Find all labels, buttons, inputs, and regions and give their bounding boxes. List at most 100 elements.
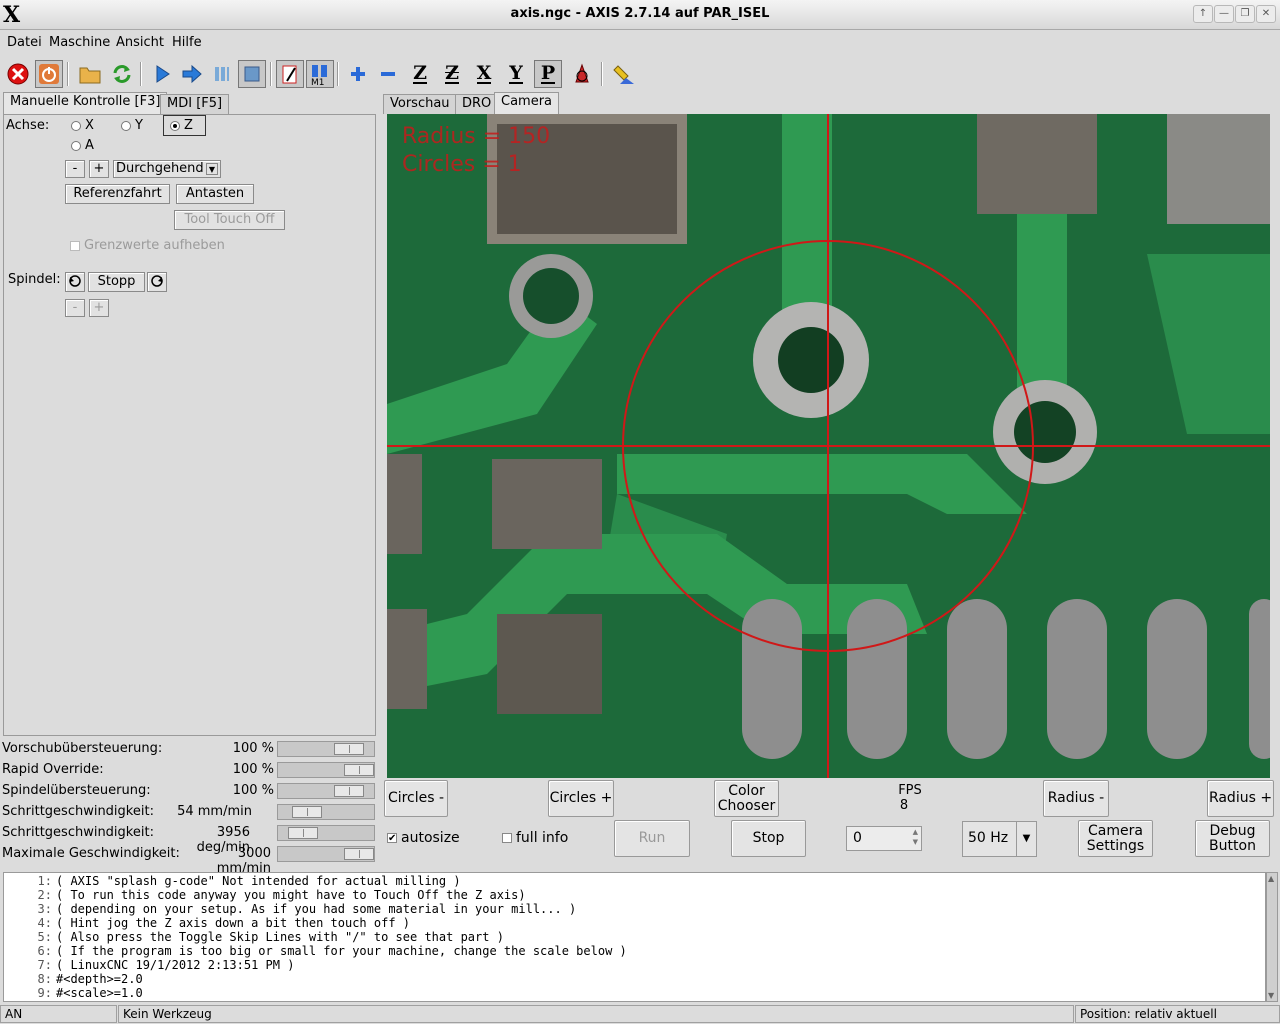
window-up-icon[interactable]: ↑ [1193, 5, 1213, 23]
menu-ansicht[interactable]: Ansicht [116, 35, 164, 50]
full-info-checkbox[interactable]: full info [502, 830, 568, 846]
machine-state: AN [0, 1005, 117, 1023]
code-line: 5:( Also press the Toggle Skip Lines wit… [37, 930, 504, 944]
toolbar: M1 Z Z X Y P [0, 56, 1280, 92]
camera-settings-button[interactable]: Camera Settings [1078, 820, 1153, 857]
skip-lines-icon[interactable] [276, 60, 304, 88]
dropdown-arrow-icon: ▼ [1016, 822, 1036, 856]
circles-plus-button[interactable]: Circles + [548, 780, 614, 817]
spindle-ccw-icon[interactable] [65, 272, 85, 292]
minimize-icon[interactable]: — [1214, 5, 1234, 23]
view-z2-icon[interactable]: Z [438, 60, 466, 88]
restore-icon[interactable]: ❐ [1235, 5, 1255, 23]
optional-stop-icon[interactable]: M1 [306, 60, 334, 88]
slider-thumb[interactable] [344, 764, 374, 776]
rapid-override-slider[interactable] [277, 762, 375, 778]
feed-override-slider[interactable] [277, 741, 375, 757]
slider-thumb[interactable] [288, 827, 318, 839]
code-line: 3:( depending on your setup. As if you h… [37, 902, 577, 916]
frequency-select[interactable]: 50 Hz ▼ [962, 821, 1037, 857]
stop-icon[interactable] [238, 60, 266, 88]
gcode-text-area[interactable]: 1:( AXIS "splash g-code" Not intended fo… [3, 872, 1266, 1002]
zoom-out-icon[interactable] [374, 60, 402, 88]
slider-thumb[interactable] [334, 785, 364, 797]
spin-up-icon[interactable]: ▲ [913, 828, 918, 836]
spindle-cw-icon[interactable] [147, 272, 167, 292]
stop-button[interactable]: Stop [731, 820, 806, 857]
view-z-icon[interactable]: Z [406, 60, 434, 88]
slider-thumb[interactable] [344, 848, 374, 860]
jog-mode-select[interactable]: Durchgehend ▼ [113, 160, 221, 178]
overlay-circles-text: Circles = 1 [402, 152, 522, 177]
run-button[interactable]: Run [614, 820, 690, 857]
tool-touch-off-button[interactable]: Tool Touch Off [174, 210, 285, 230]
camera-view[interactable]: Radius = 150 Circles = 1 [387, 114, 1270, 778]
scroll-up-icon[interactable]: ▲ [1268, 874, 1274, 883]
clear-backplot-icon[interactable] [610, 60, 638, 88]
max-velocity-slider[interactable] [277, 846, 375, 862]
value-spinbox[interactable]: 0 ▲ ▼ [846, 826, 922, 851]
spindle-minus-button[interactable]: - [65, 299, 85, 317]
slider-label: Rapid Override: [2, 762, 104, 777]
radius-plus-button[interactable]: Radius + [1207, 780, 1274, 817]
view-y-icon[interactable]: Y [502, 60, 530, 88]
scroll-down-icon[interactable]: ▼ [1268, 991, 1274, 1000]
svg-text:M1: M1 [311, 78, 325, 86]
menu-maschine[interactable]: Maschine [49, 35, 110, 50]
code-line: 1:( AXIS "splash g-code" Not intended fo… [37, 874, 461, 888]
circles-minus-button[interactable]: Circles - [384, 780, 448, 817]
slider-label: Schrittgeschwindigkeit: [2, 825, 154, 840]
fps-label: FPS [898, 783, 922, 798]
axis-radio-x[interactable]: X [71, 118, 94, 133]
axis-radio-y[interactable]: Y [121, 118, 143, 133]
menu-datei[interactable]: Datei [7, 35, 42, 50]
tab-preview[interactable]: Vorschau [383, 94, 457, 114]
overlay-radius-text: Radius = 150 [402, 124, 551, 149]
slider-value: 100 % [232, 783, 274, 798]
code-line: 9: #<scale>=1.0 [37, 986, 143, 1000]
code-line: 4:( Hint jog the Z axis down a bit then … [37, 916, 411, 930]
spindle-override-slider[interactable] [277, 783, 375, 799]
tool-status: Kein Werkzeug [118, 1005, 1074, 1023]
spindle-stop-button[interactable]: Stopp [88, 272, 145, 292]
axis-radio-a[interactable]: A [71, 138, 94, 153]
menu-hilfe[interactable]: Hilfe [172, 35, 202, 50]
override-limits-checkbox[interactable]: Grenzwerte aufheben [70, 238, 225, 253]
view-p-icon[interactable]: P [534, 60, 562, 88]
tab-camera[interactable]: Camera [494, 92, 560, 114]
spindle-plus-button[interactable]: + [89, 299, 109, 317]
view-x-icon[interactable]: X [470, 60, 498, 88]
power-icon[interactable] [35, 60, 63, 88]
jog-minus-button[interactable]: - [65, 160, 85, 178]
reload-icon[interactable] [108, 60, 136, 88]
angular-jog-speed-slider[interactable] [277, 825, 375, 841]
close-icon[interactable]: ✕ [1256, 5, 1276, 23]
home-button[interactable]: Referenzfahrt [65, 184, 170, 204]
zoom-in-icon[interactable] [344, 60, 372, 88]
jog-speed-slider[interactable] [277, 804, 375, 820]
debug-button[interactable]: Debug Button [1195, 820, 1270, 857]
axis-radio-z[interactable]: Z [163, 115, 206, 136]
step-icon[interactable] [178, 60, 206, 88]
tab-manual-control[interactable]: Manuelle Kontrolle [F3] [3, 92, 168, 114]
touch-off-button[interactable]: Antasten [176, 184, 254, 204]
rotate-view-icon[interactable] [568, 60, 596, 88]
run-icon[interactable] [148, 60, 176, 88]
slider-thumb[interactable] [334, 743, 364, 755]
slider-label: Schrittgeschwindigkeit: [2, 804, 154, 819]
slider-label: Spindelübersteuerung: [2, 783, 151, 798]
spin-down-icon[interactable]: ▼ [913, 838, 918, 846]
slider-value: 100 % [232, 762, 274, 777]
tab-dro[interactable]: DRO [455, 94, 499, 114]
estop-icon[interactable] [4, 60, 32, 88]
pause-icon[interactable] [208, 60, 236, 88]
radius-minus-button[interactable]: Radius - [1043, 780, 1109, 817]
jog-plus-button[interactable]: + [89, 160, 109, 178]
tab-mdi[interactable]: MDI [F5] [160, 94, 230, 114]
color-chooser-button[interactable]: Color Chooser [714, 780, 779, 817]
code-scrollbar[interactable]: ▲ ▼ [1266, 872, 1278, 1002]
spindle-label: Spindel: [8, 272, 61, 287]
slider-thumb[interactable] [292, 806, 322, 818]
autosize-checkbox[interactable]: ✔ autosize [387, 830, 460, 846]
open-folder-icon[interactable] [76, 60, 104, 88]
